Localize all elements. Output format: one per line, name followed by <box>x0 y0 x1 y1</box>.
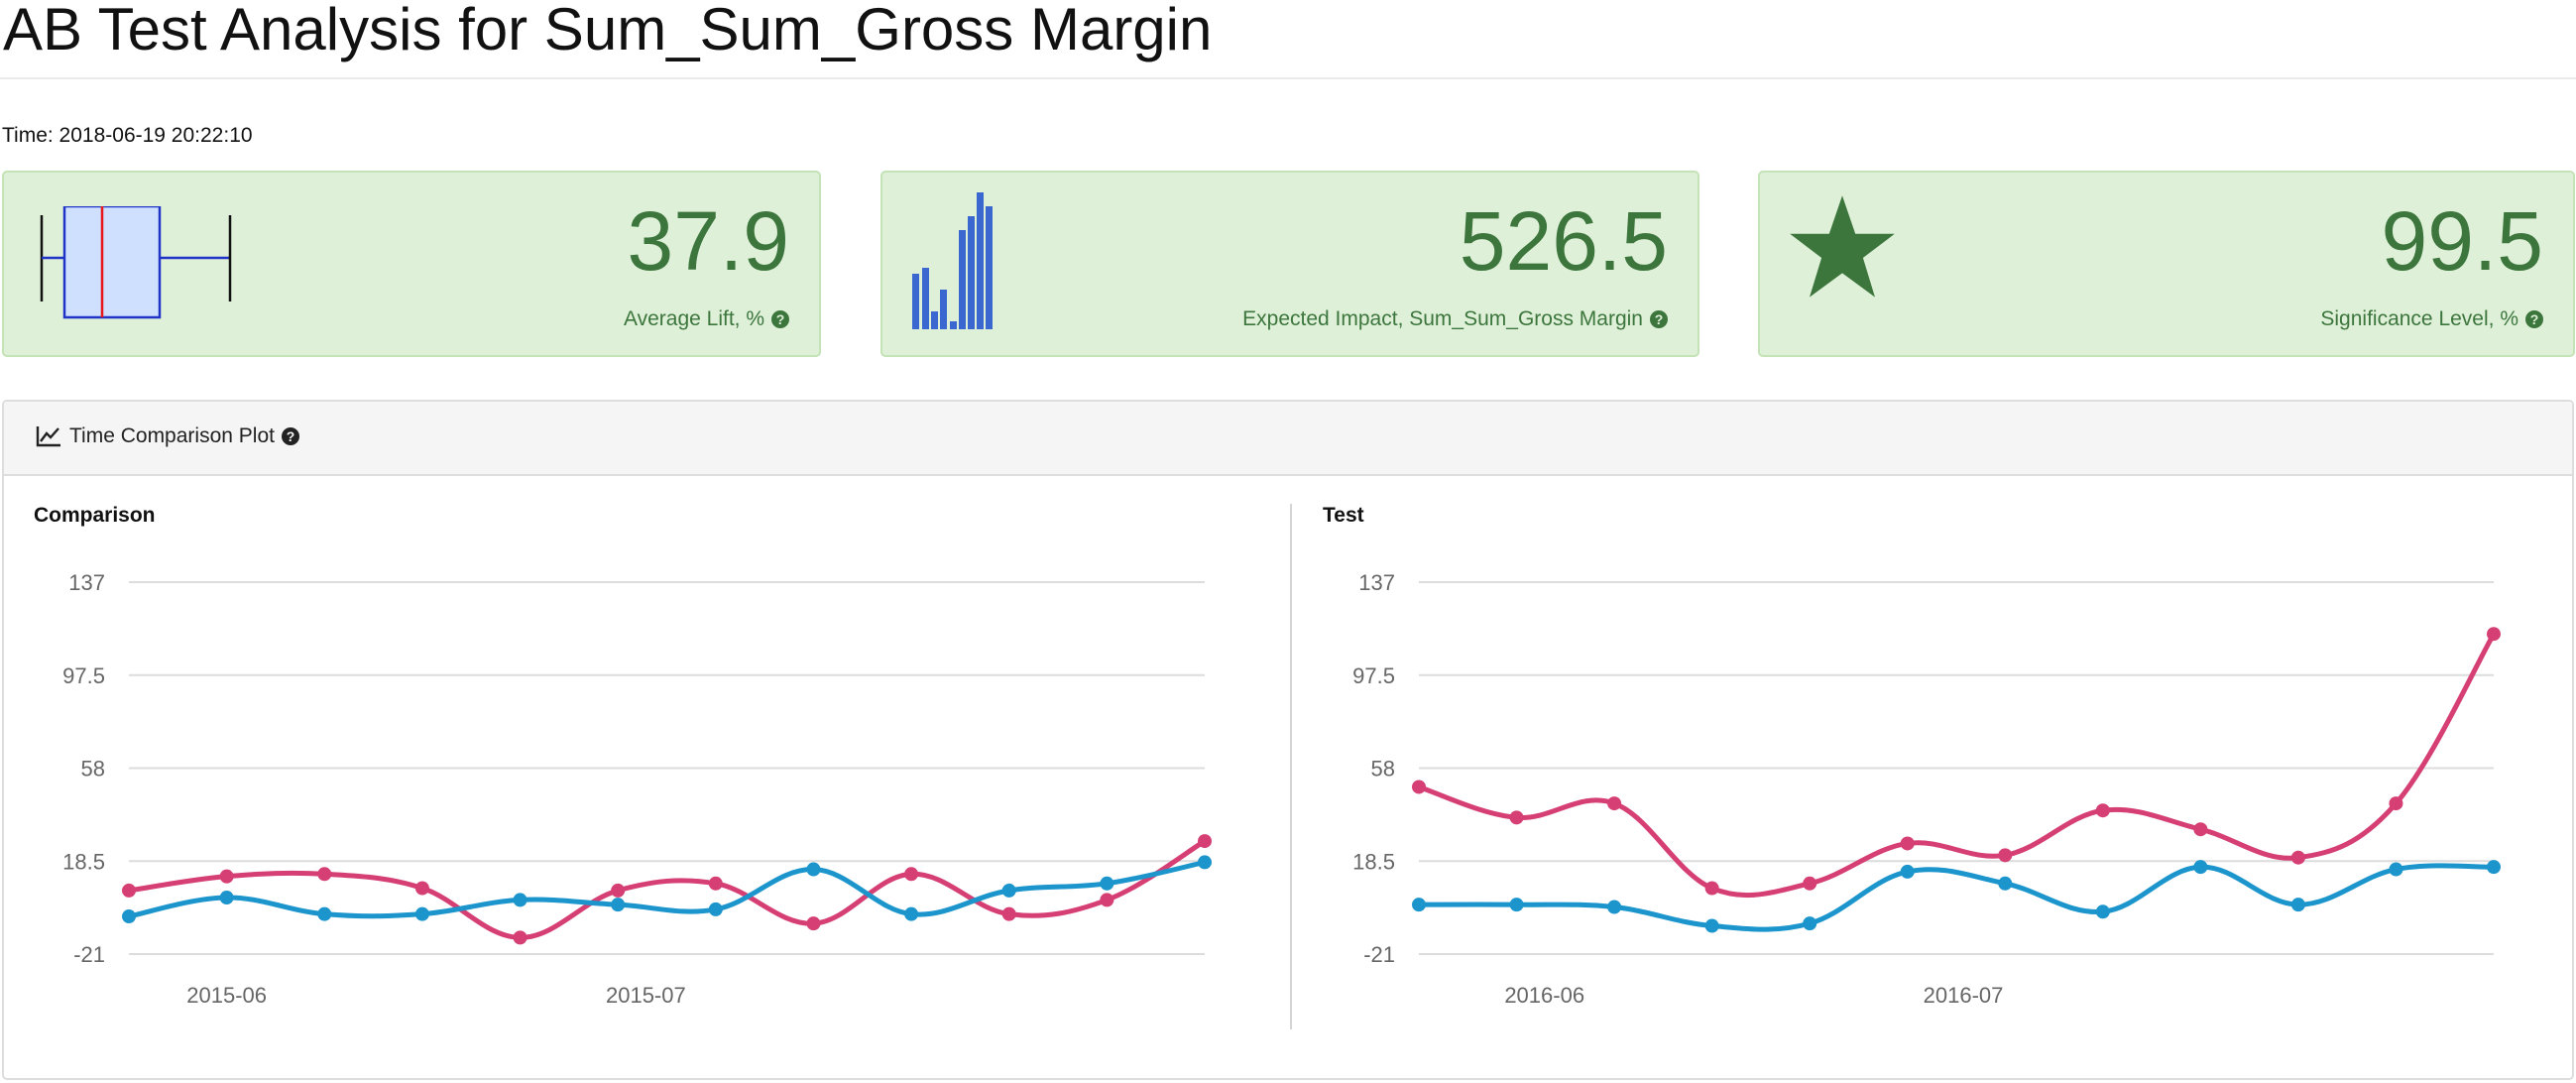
y-tick-label: 18.5 <box>1352 849 1395 874</box>
data-point[interactable] <box>806 862 821 877</box>
data-point[interactable] <box>2095 803 2110 818</box>
data-point[interactable] <box>1607 900 1622 914</box>
panel-title: Time Comparison Plot <box>69 424 275 447</box>
data-point[interactable] <box>1100 893 1114 907</box>
data-point[interactable] <box>1803 876 1817 891</box>
timestamp: Time: 2018-06-19 20:22:10 <box>2 124 253 147</box>
data-point[interactable] <box>904 867 919 882</box>
data-point[interactable] <box>708 876 723 891</box>
series-line-2 <box>1418 863 2495 932</box>
data-point[interactable] <box>219 891 234 905</box>
data-point[interactable] <box>122 909 136 924</box>
y-tick-label: 137 <box>68 570 105 595</box>
data-point[interactable] <box>1198 834 1212 849</box>
help-icon[interactable]: ? <box>2525 310 2543 328</box>
title-divider <box>0 77 2576 79</box>
data-point[interactable] <box>1998 848 2013 863</box>
kpi-card-significance: 99.5 Significance Level, % ? <box>1758 171 2575 357</box>
average-lift-label-row: Average Lift, % ? <box>624 307 789 331</box>
data-point[interactable] <box>806 916 821 931</box>
series-line-1 <box>1418 632 2497 899</box>
data-point[interactable] <box>317 906 332 921</box>
significance-label-row: Significance Level, % ? <box>2320 307 2543 331</box>
kpi-card-expected-impact: 526.5 Expected Impact, Sum_Sum_Gross Mar… <box>880 171 1699 357</box>
y-tick-label: 137 <box>1358 570 1395 595</box>
comparison-chart: 137 97.5 58 18.5 -21 2015-06 2015-07 <box>62 570 1212 1008</box>
data-point[interactable] <box>1412 780 1426 794</box>
test-chart: 137 97.5 58 18.5 -21 2016-06 2016-07 <box>1352 570 2501 1008</box>
data-point[interactable] <box>611 898 626 912</box>
data-point[interactable] <box>1704 881 1719 896</box>
data-point[interactable] <box>2487 860 2501 875</box>
data-point[interactable] <box>2389 796 2403 811</box>
data-point[interactable] <box>317 867 332 882</box>
data-point[interactable] <box>1704 918 1719 933</box>
y-tick-label: -21 <box>1363 942 1395 967</box>
data-point[interactable] <box>1509 898 1524 912</box>
data-point[interactable] <box>414 881 429 896</box>
data-point[interactable] <box>122 883 136 898</box>
data-point[interactable] <box>1900 864 1915 879</box>
panel-heading: Time Comparison Plot ? <box>4 402 2572 476</box>
data-point[interactable] <box>611 883 626 898</box>
kpi-card-average-lift: 37.9 Average Lift, % ? <box>2 171 821 357</box>
panel-title-row: Time Comparison Plot ? <box>36 424 299 448</box>
help-icon[interactable]: ? <box>771 310 789 328</box>
help-icon[interactable]: ? <box>281 427 299 445</box>
data-point[interactable] <box>904 906 919 921</box>
data-point[interactable] <box>1001 883 1016 898</box>
data-point[interactable] <box>2389 862 2403 877</box>
data-point[interactable] <box>1100 876 1114 891</box>
data-point[interactable] <box>2095 904 2110 919</box>
x-tick-label: 2016-07 <box>1924 983 2004 1008</box>
y-tick-label: 97.5 <box>62 663 105 688</box>
x-tick-label: 2016-06 <box>1504 983 1584 1008</box>
data-point[interactable] <box>1998 876 2013 891</box>
bar-chart-icon <box>912 192 993 329</box>
expected-impact-label: Expected Impact, Sum_Sum_Gross Margin <box>1242 307 1643 330</box>
y-tick-label: 18.5 <box>62 849 105 874</box>
data-point[interactable] <box>2193 860 2208 875</box>
data-point[interactable] <box>513 893 527 907</box>
y-tick-label: 58 <box>1371 757 1395 782</box>
boxplot-icon <box>40 206 232 319</box>
data-point[interactable] <box>2290 850 2305 865</box>
data-point[interactable] <box>1001 906 1016 921</box>
page-title: AB Test Analysis for Sum_Sum_Gross Margi… <box>3 0 1213 62</box>
expected-impact-label-row: Expected Impact, Sum_Sum_Gross Margin ? <box>1242 307 1668 331</box>
series-line-2 <box>128 859 1206 919</box>
y-tick-label: -21 <box>73 942 105 967</box>
data-point[interactable] <box>708 902 723 916</box>
data-point[interactable] <box>219 869 234 884</box>
x-tick-label: 2015-06 <box>186 983 267 1008</box>
data-point[interactable] <box>1803 916 1817 931</box>
star-icon <box>1790 195 1895 298</box>
y-tick-label: 58 <box>81 757 105 782</box>
average-lift-value: 37.9 <box>627 194 790 288</box>
data-point[interactable] <box>1412 898 1426 912</box>
data-point[interactable] <box>2487 627 2501 642</box>
line-chart-icon <box>36 426 60 447</box>
data-point[interactable] <box>2290 898 2305 912</box>
significance-value: 99.5 <box>2381 194 2544 288</box>
data-point[interactable] <box>414 906 429 921</box>
data-point[interactable] <box>2193 822 2208 837</box>
expected-impact-value: 526.5 <box>1459 194 1668 288</box>
data-point[interactable] <box>1607 796 1622 811</box>
y-tick-label: 97.5 <box>1352 663 1395 688</box>
significance-label: Significance Level, % <box>2320 307 2518 330</box>
x-tick-label: 2015-07 <box>606 983 686 1008</box>
average-lift-label: Average Lift, % <box>623 307 764 330</box>
data-point[interactable] <box>513 930 527 945</box>
data-point[interactable] <box>1198 855 1212 870</box>
data-point[interactable] <box>1900 836 1915 851</box>
data-point[interactable] <box>1509 810 1524 825</box>
help-icon[interactable]: ? <box>1650 310 1668 328</box>
